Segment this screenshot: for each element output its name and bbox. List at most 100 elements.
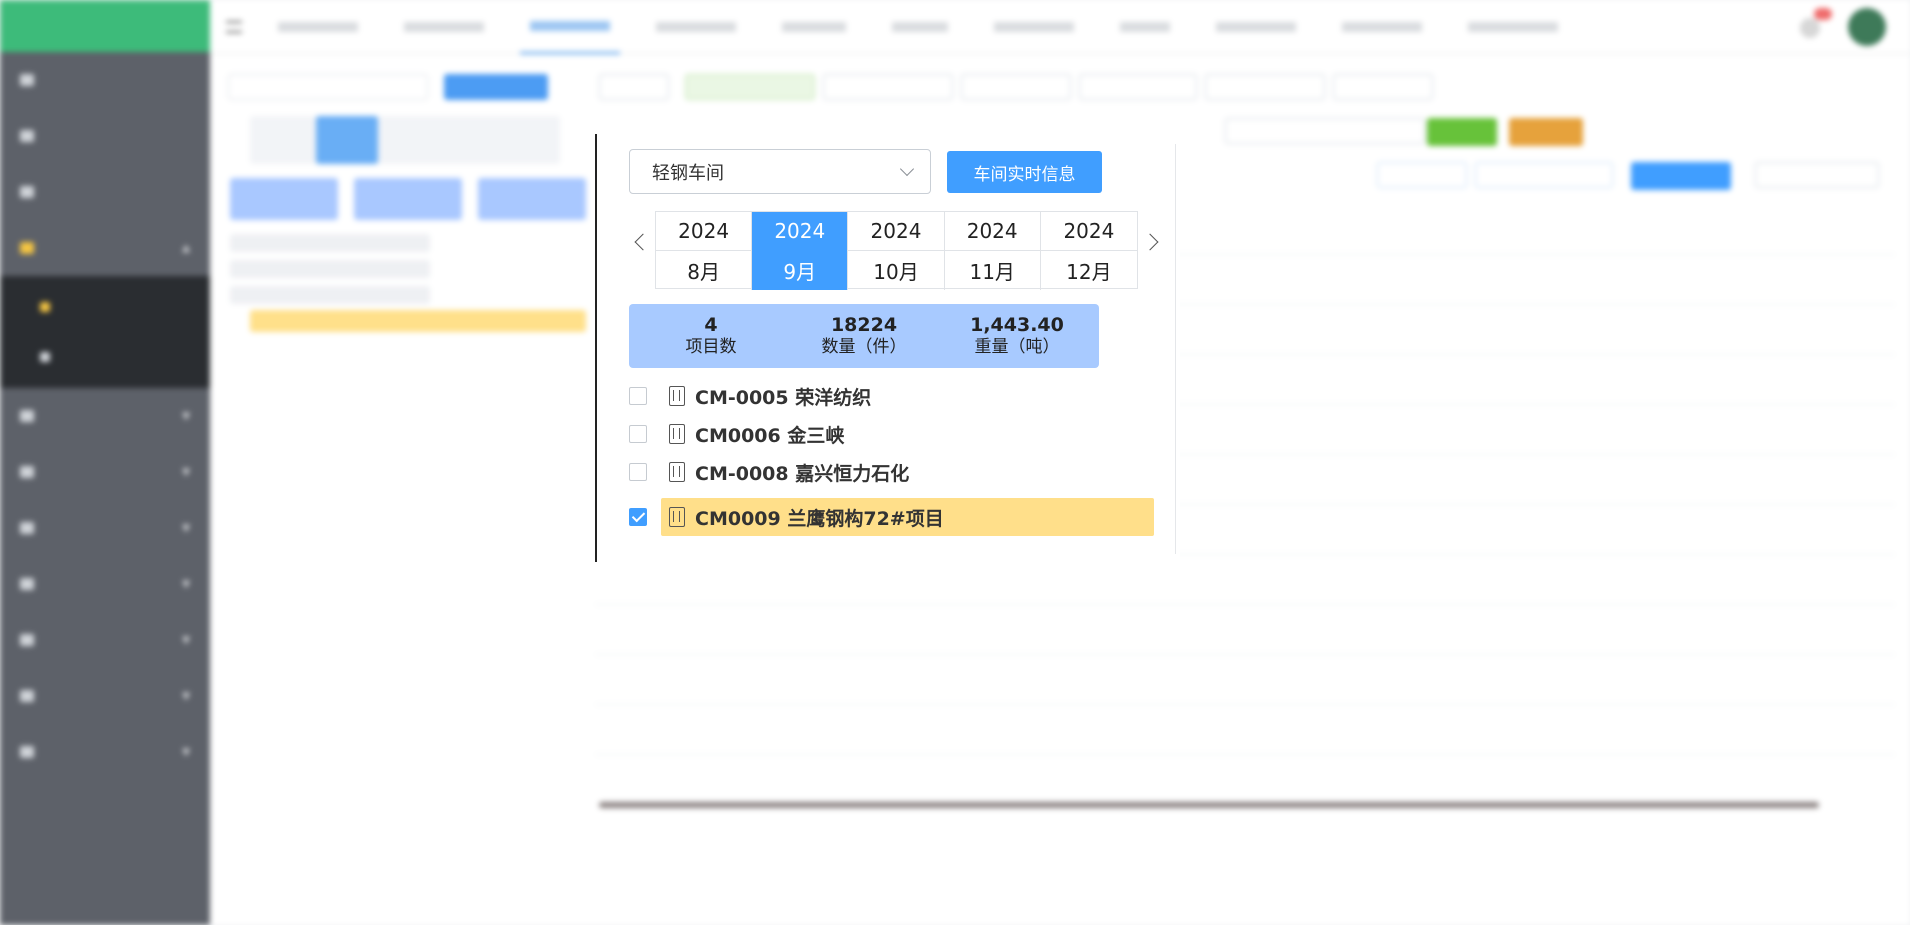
- project-name: CM-0008 嘉兴恒力石化: [695, 462, 910, 485]
- ghost-select: [228, 74, 428, 100]
- month-year: 2024: [944, 212, 1040, 251]
- project-label[interactable]: CM0006 金三峡: [661, 415, 1154, 453]
- workshop-select[interactable]: 轻钢车间: [629, 149, 931, 194]
- month-cell-oct[interactable]: 2024 10月: [848, 212, 945, 290]
- sidebar-item: ▼: [0, 724, 210, 780]
- month-label: 9月: [752, 251, 848, 290]
- stat-value: 1,443.40: [970, 314, 1064, 336]
- document-icon: [669, 507, 685, 527]
- ghost-list-item: [230, 234, 430, 252]
- sidebar-subitem-active: [0, 282, 210, 332]
- month-cell-nov[interactable]: 2024 11月: [944, 212, 1041, 290]
- top-navigation: [210, 0, 1910, 54]
- nav-tab: [882, 0, 958, 54]
- ghost-list-item-selected: [250, 310, 586, 332]
- ghost-filter-chip: [1079, 74, 1197, 100]
- ghost-chip: [1475, 162, 1613, 188]
- nav-tab: [772, 0, 856, 54]
- stat-label: 项目数: [685, 337, 737, 357]
- document-icon: [669, 462, 685, 482]
- ghost-button: [1509, 118, 1583, 146]
- nav-tab: [268, 0, 368, 54]
- month-year: 2024: [848, 212, 944, 251]
- horizontal-scrollbar: [599, 802, 1819, 808]
- project-item[interactable]: CM0006 金三峡: [629, 415, 1154, 453]
- sidebar-item: ▼: [0, 556, 210, 612]
- project-label[interactable]: CM-0008 嘉兴恒力石化: [661, 453, 1154, 491]
- ghost-list-item: [230, 260, 430, 278]
- document-icon: [669, 424, 685, 444]
- ghost-chip: [1377, 162, 1467, 188]
- stat-value: 18224: [830, 314, 898, 336]
- chevron-left-icon[interactable]: [634, 233, 652, 251]
- project-checkbox[interactable]: [629, 463, 647, 481]
- ghost-month-selected: [316, 116, 378, 164]
- month-cell-aug[interactable]: 2024 8月: [656, 212, 753, 290]
- stat-value: 4: [704, 314, 718, 336]
- ghost-stat: [230, 178, 338, 220]
- ghost-button: [1427, 118, 1497, 146]
- ghost-filter-chip: [961, 74, 1071, 100]
- month-cell-sep[interactable]: 2024 9月: [752, 212, 849, 290]
- notification-badge: [1814, 8, 1832, 20]
- project-name: CM0006 金三峡: [695, 424, 845, 447]
- project-checkbox-checked[interactable]: [629, 508, 647, 526]
- workshop-select-value: 轻钢车间: [652, 162, 724, 184]
- nav-tab-active: [520, 0, 620, 54]
- project-name: CM-0005 荣洋纺织: [695, 386, 872, 409]
- month-year: 2024: [1040, 212, 1137, 251]
- nav-tab: [1332, 0, 1432, 54]
- month-selector: 2024 8月 2024 9月 2024 10月 2024 11月 2024 1…: [655, 211, 1138, 290]
- project-checkbox[interactable]: [629, 387, 647, 405]
- project-checkbox[interactable]: [629, 425, 647, 443]
- ghost-filter-chip: [685, 74, 815, 100]
- nav-tab: [646, 0, 746, 54]
- sidebar-item-active: ▲: [0, 220, 210, 276]
- nav-tab: [1458, 0, 1568, 54]
- month-label: 8月: [687, 260, 720, 284]
- month-label: 12月: [1066, 260, 1112, 284]
- chevron-down-icon: [899, 161, 915, 177]
- nav-tab: [984, 0, 1084, 54]
- ghost-input: [1225, 118, 1425, 144]
- ghost-filter-chip: [823, 74, 953, 100]
- nav-tab: [394, 0, 494, 54]
- month-cell-dec[interactable]: 2024 12月: [1040, 212, 1137, 290]
- stat-weight: 1,443.40 重量（吨）: [935, 304, 1099, 368]
- menu-toggle-icon: [226, 20, 242, 33]
- project-label[interactable]: CM-0005 荣洋纺织: [661, 377, 1154, 415]
- ghost-filter-chip: [1205, 74, 1325, 100]
- project-item-selected[interactable]: CM0009 兰鹰钢构72#项目: [629, 498, 1154, 536]
- project-name: CM0009 兰鹰钢构72#项目: [695, 507, 944, 530]
- month-year: 2024: [752, 212, 848, 251]
- bell-icon: [1800, 18, 1820, 38]
- sidebar-item: [0, 164, 210, 220]
- sidebar-subitem: [0, 332, 210, 382]
- project-label-selected[interactable]: CM0009 兰鹰钢构72#项目: [661, 498, 1154, 536]
- workshop-popup: 轻钢车间 车间实时信息 2024 8月 2024 9月 2024 10月 202…: [595, 134, 1180, 562]
- left-panel: [210, 54, 595, 925]
- nav-tab: [1206, 0, 1306, 54]
- ghost-month-grid: [250, 116, 560, 164]
- project-item[interactable]: CM-0005 荣洋纺织: [629, 377, 1154, 415]
- sidebar-item: ▼: [0, 612, 210, 668]
- workshop-realtime-button[interactable]: 车间实时信息: [947, 151, 1102, 193]
- stat-label: 重量（吨）: [974, 337, 1060, 357]
- nav-tab: [1110, 0, 1180, 54]
- sidebar-submenu: [0, 276, 210, 388]
- divider: [1175, 144, 1176, 554]
- project-item[interactable]: CM-0008 嘉兴恒力石化: [629, 453, 1154, 491]
- chevron-right-icon[interactable]: [1141, 233, 1159, 251]
- sidebar-item: [0, 52, 210, 108]
- sidebar-item: [0, 108, 210, 164]
- month-year: 2024: [656, 212, 752, 251]
- stat-quantity: 18224 数量（件）: [782, 304, 946, 368]
- ghost-stat: [354, 178, 462, 220]
- month-label: 11月: [969, 260, 1015, 284]
- stat-label: 数量（件）: [821, 337, 907, 357]
- ghost-list-item: [230, 286, 430, 304]
- sidebar-item: ▼: [0, 388, 210, 444]
- ghost-filter-chip: [1333, 74, 1433, 100]
- document-icon: [669, 386, 685, 406]
- stat-project-count: 4 项目数: [629, 304, 793, 368]
